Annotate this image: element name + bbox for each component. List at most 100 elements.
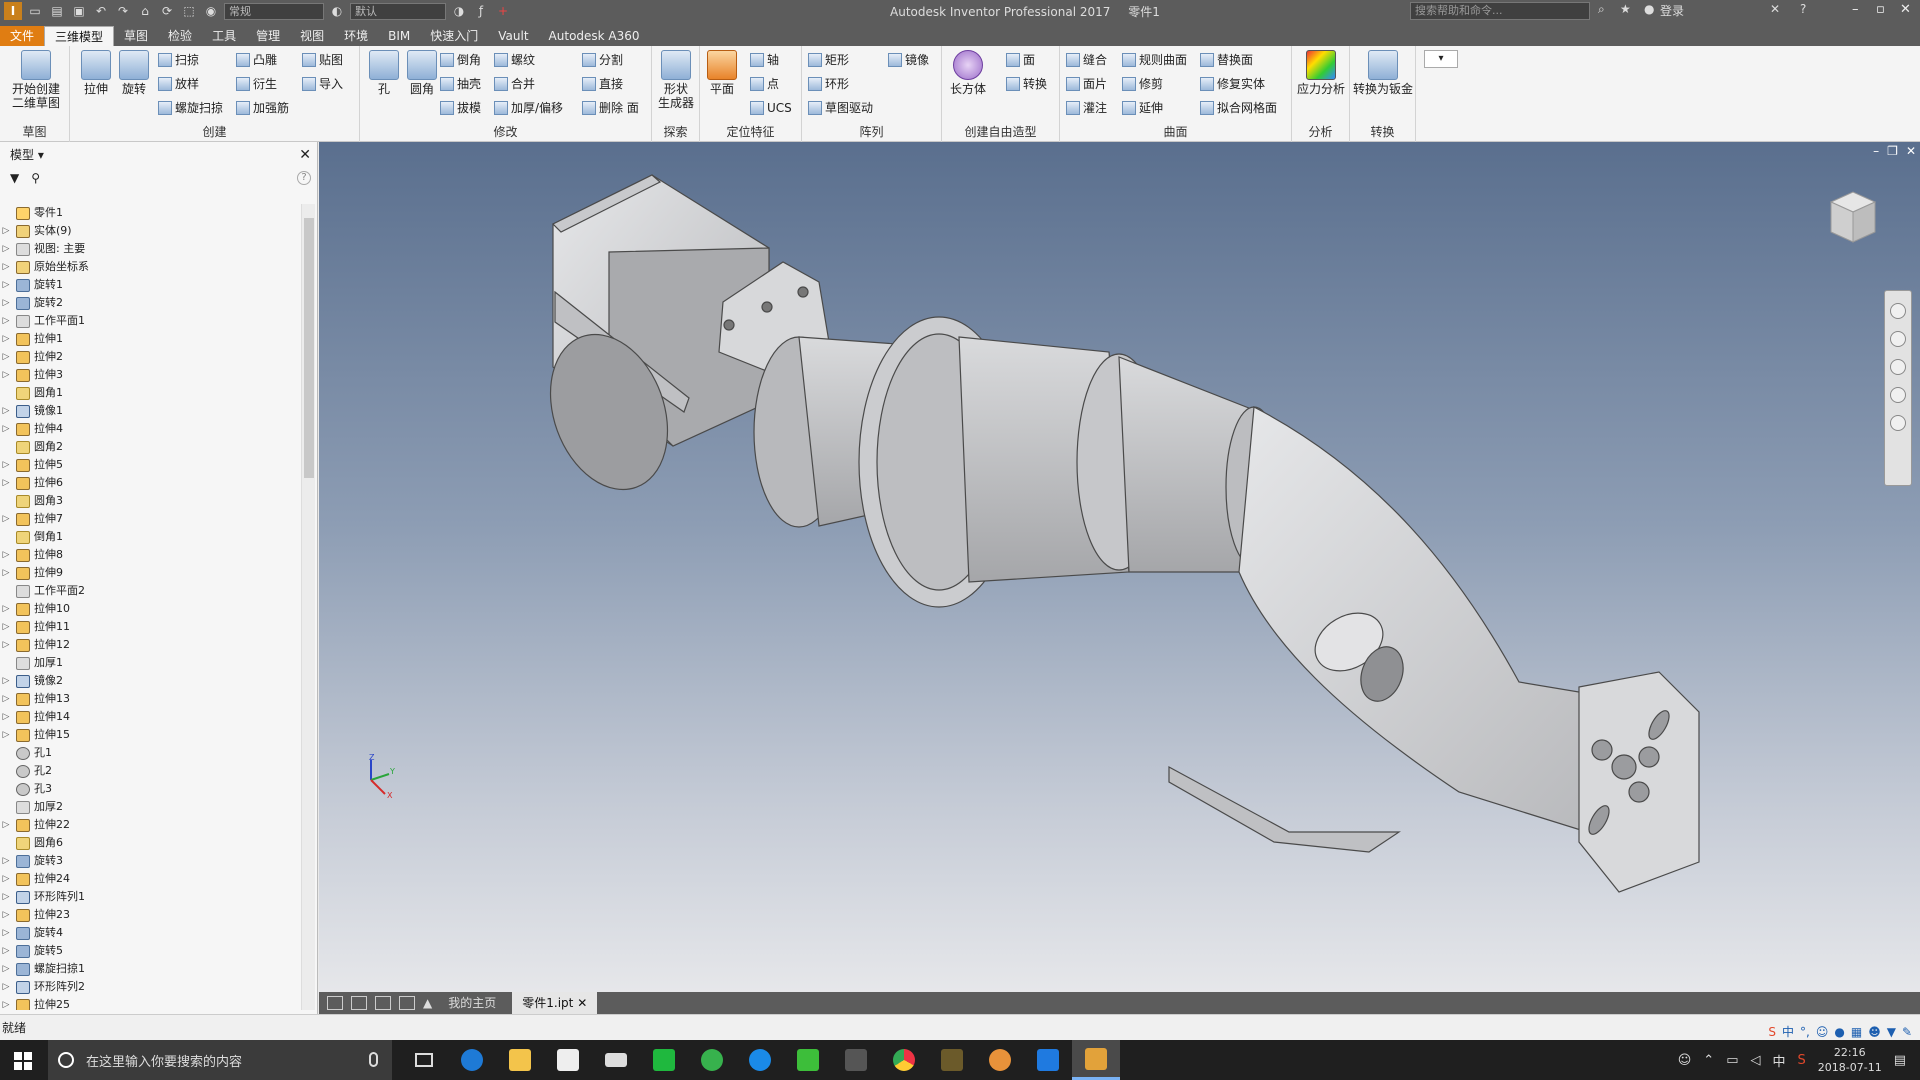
help-icon[interactable]: ? xyxy=(1800,2,1806,16)
tree-node[interactable]: 工作平面2 xyxy=(0,582,298,600)
tree-node[interactable]: ▷ 环形阵列2 xyxy=(0,978,298,996)
file-explorer-icon[interactable] xyxy=(496,1040,544,1080)
tree-node[interactable]: 加厚2 xyxy=(0,798,298,816)
network-icon[interactable]: ▭ xyxy=(1726,1053,1738,1068)
tree-node[interactable]: ▷ 旋转3 xyxy=(0,852,298,870)
expand-arrow-icon[interactable]: ▷ xyxy=(0,474,12,492)
save-icon[interactable]: ▣ xyxy=(70,2,88,20)
tree-node[interactable]: ▷ 实体(9) xyxy=(0,222,298,240)
thread-button[interactable]: 螺纹 xyxy=(494,50,535,70)
clear-appearance-icon[interactable]: ◑ xyxy=(450,2,468,20)
expand-arrow-icon[interactable]: ▷ xyxy=(0,330,12,348)
tree-node[interactable]: ▷ 拉伸25 xyxy=(0,996,298,1010)
ribbon-tab[interactable]: 检验 xyxy=(158,26,202,46)
sketch-driven-pattern-button[interactable]: 草图驱动 xyxy=(808,98,873,118)
tree-node[interactable]: 孔3 xyxy=(0,780,298,798)
tree-node[interactable]: 加厚1 xyxy=(0,654,298,672)
fillet-button[interactable]: 圆角 xyxy=(402,50,442,96)
tree-node[interactable]: ▷ 螺旋扫掠1 xyxy=(0,960,298,978)
store-icon[interactable] xyxy=(544,1040,592,1080)
close-icon[interactable]: ✕ xyxy=(299,142,311,168)
user-icon[interactable]: ● xyxy=(1644,2,1654,16)
main-tube[interactable] xyxy=(753,316,1640,843)
emboss-button[interactable]: 凸雕 xyxy=(236,50,277,70)
expand-arrow-icon[interactable]: ▷ xyxy=(0,960,12,978)
exchange-icon[interactable]: ✕ xyxy=(1770,2,1780,16)
tile-icon[interactable] xyxy=(351,996,367,1010)
tree-node[interactable]: 圆角2 xyxy=(0,438,298,456)
tree-node[interactable]: ▷ 拉伸15 xyxy=(0,726,298,744)
tree-node[interactable]: ▷ 镜像2 xyxy=(0,672,298,690)
tree-node[interactable]: ▷ 拉伸4 xyxy=(0,420,298,438)
tree-node[interactable]: ▷ 拉伸9 xyxy=(0,564,298,582)
login-link[interactable]: 登录 xyxy=(1660,2,1684,19)
clock[interactable]: 22:16 2018-07-11 xyxy=(1818,1045,1882,1075)
model-render[interactable] xyxy=(319,142,1920,992)
tree-node[interactable]: ▷ 拉伸7 xyxy=(0,510,298,528)
tab-part1[interactable]: 零件1.ipt ✕ xyxy=(512,992,598,1014)
expand-arrow-icon[interactable]: ▷ xyxy=(0,906,12,924)
runner-icon[interactable] xyxy=(976,1040,1024,1080)
tree-node[interactable]: ▷ 视图: 主要 xyxy=(0,240,298,258)
feishu-icon[interactable] xyxy=(1024,1040,1072,1080)
tree-node[interactable]: ▷ 原始坐标系 xyxy=(0,258,298,276)
shape-generator-button[interactable]: 形状 生成器 xyxy=(654,50,698,110)
expand-arrow-icon[interactable]: ▷ xyxy=(0,870,12,888)
add-icon[interactable]: + xyxy=(494,2,512,20)
convert-sheet-metal-button[interactable]: 转换为钣金 xyxy=(1352,50,1414,96)
minimize-button[interactable]: – xyxy=(1852,2,1859,17)
horizontal-icon[interactable] xyxy=(375,996,391,1010)
filter-icon[interactable]: ▼ xyxy=(10,171,19,185)
task-view-icon[interactable] xyxy=(400,1040,448,1080)
cascade-icon[interactable] xyxy=(327,996,343,1010)
close-button[interactable]: ✕ xyxy=(1900,2,1911,17)
look-at-icon[interactable] xyxy=(1890,415,1906,431)
wechat-icon[interactable] xyxy=(784,1040,832,1080)
tree-node[interactable]: ▷ 旋转4 xyxy=(0,924,298,942)
tree-node[interactable]: ▷ 拉伸12 xyxy=(0,636,298,654)
expand-arrow-icon[interactable]: ▷ xyxy=(0,618,12,636)
edge-icon[interactable] xyxy=(448,1040,496,1080)
up-arrow-icon[interactable]: ▲ xyxy=(423,996,432,1010)
new-file-icon[interactable]: ▭ xyxy=(26,2,44,20)
sculpt-button[interactable]: 灌注 xyxy=(1066,98,1107,118)
tray-ime[interactable]: 中 xyxy=(1772,1051,1785,1070)
repair-body-button[interactable]: 修复实体 xyxy=(1200,74,1265,94)
ruled-surface-button[interactable]: 规则曲面 xyxy=(1122,50,1187,70)
derive-button[interactable]: 衍生 xyxy=(236,74,277,94)
tree-node[interactable]: ▷ 拉伸8 xyxy=(0,546,298,564)
ribbon-tab[interactable]: Autodesk A360 xyxy=(539,26,650,46)
fx-icon[interactable]: ƒ xyxy=(472,2,490,20)
inventor-icon[interactable] xyxy=(1072,1040,1120,1080)
notification-icon[interactable]: ▤ xyxy=(1894,1053,1906,1068)
expand-arrow-icon[interactable]: ▷ xyxy=(0,420,12,438)
people-icon[interactable]: ☺ xyxy=(1678,1053,1692,1068)
expand-arrow-icon[interactable]: ▷ xyxy=(0,942,12,960)
qq-browser-icon[interactable] xyxy=(736,1040,784,1080)
freeform-convert-button[interactable]: 转换 xyxy=(1006,74,1047,94)
expand-arrow-icon[interactable]: ▷ xyxy=(0,564,12,582)
tree-node[interactable]: 圆角1 xyxy=(0,384,298,402)
expand-arrow-icon[interactable]: ▷ xyxy=(0,636,12,654)
vertical-icon[interactable] xyxy=(399,996,415,1010)
start-sketch-button[interactable]: 开始创建 二维草图 xyxy=(10,50,62,110)
sweep-button[interactable]: 扫掠 xyxy=(158,50,199,70)
undo-icon[interactable]: ↶ xyxy=(92,2,110,20)
expand-arrow-icon[interactable]: ▷ xyxy=(0,240,12,258)
tree-node[interactable]: 孔2 xyxy=(0,762,298,780)
tree-node[interactable]: ▷ 拉伸6 xyxy=(0,474,298,492)
chevron-up-icon[interactable]: ⌃ xyxy=(1703,1053,1714,1068)
update-icon[interactable]: ⟳ xyxy=(158,2,176,20)
expand-arrow-icon[interactable]: ▷ xyxy=(0,546,12,564)
ribbon-tab[interactable]: 快速入门 xyxy=(420,26,488,46)
tree-node[interactable]: ▷ 拉伸2 xyxy=(0,348,298,366)
tree-node[interactable]: 孔1 xyxy=(0,744,298,762)
expand-arrow-icon[interactable]: ▷ xyxy=(0,456,12,474)
tree-node[interactable]: ▷ 旋转1 xyxy=(0,276,298,294)
chrome-icon[interactable] xyxy=(880,1040,928,1080)
expand-arrow-icon[interactable]: ▷ xyxy=(0,726,12,744)
pan-icon[interactable] xyxy=(1890,331,1906,347)
ribbon-options-dropdown[interactable]: ▾ xyxy=(1424,50,1458,68)
decal-button[interactable]: 贴图 xyxy=(302,50,343,70)
tree-node[interactable]: ▷ 拉伸22 xyxy=(0,816,298,834)
